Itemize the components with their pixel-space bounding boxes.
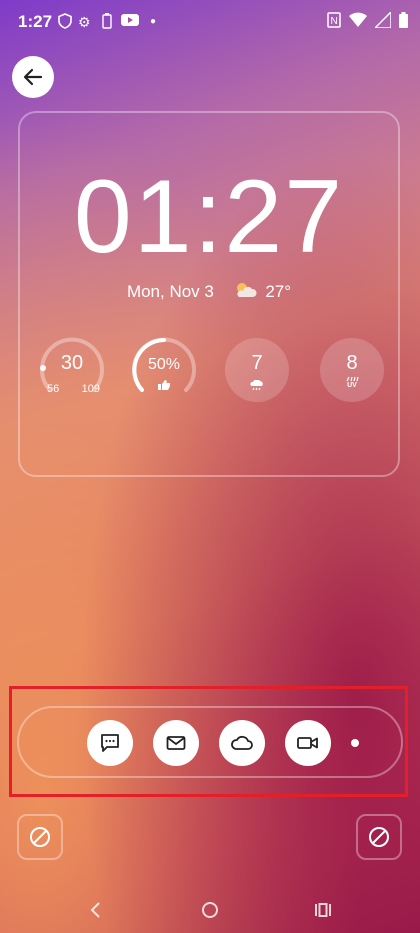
uv-label: UV	[347, 382, 357, 389]
home-circle-icon	[202, 902, 218, 918]
back-triangle-icon	[90, 902, 100, 918]
shield-icon	[58, 13, 72, 29]
status-bar: 1:27 ⚙ ● N	[0, 0, 420, 46]
message-icon	[101, 734, 119, 752]
battery-saver-icon	[102, 13, 112, 29]
battery-icon	[399, 12, 408, 28]
signal-icon	[375, 12, 391, 28]
status-time: 1:27	[18, 12, 53, 31]
uv-rays-icon	[346, 376, 359, 382]
stat-value: 7	[251, 352, 263, 374]
nav-back-button[interactable]	[80, 898, 110, 922]
widget-stats: 30 56 109 50% 7 8 UV	[38, 337, 384, 402]
left-shortcut-button[interactable]	[17, 814, 63, 860]
clock-weather-widget[interactable]: 01:27 Mon, Nov 3 27° 30 56 109 50% 7 8 U…	[18, 111, 400, 477]
recents-icon	[315, 903, 331, 917]
stat-value: 30	[60, 352, 84, 374]
email-button[interactable]	[153, 720, 199, 766]
page-indicator-dot	[351, 739, 359, 747]
nfc-icon: N	[327, 12, 341, 28]
video-camera-icon	[297, 737, 318, 749]
cloud-button[interactable]	[219, 720, 265, 766]
stat-high: 109	[81, 383, 100, 395]
gear-icon: ⚙	[78, 14, 91, 30]
rain-icon	[250, 380, 263, 391]
stat-low: 56	[47, 383, 60, 395]
widget-date-weather: Mon, Nov 3 27°	[20, 281, 398, 302]
mail-icon	[166, 736, 186, 750]
svg-text:N: N	[331, 16, 338, 27]
youtube-icon	[121, 14, 139, 26]
cloud-icon	[231, 735, 253, 750]
quick-actions-bar	[17, 706, 403, 778]
widget-clock: 01:27	[73, 159, 345, 275]
nav-recents-button[interactable]	[308, 898, 338, 922]
stat-value: 8	[346, 352, 358, 374]
block-icon	[30, 827, 50, 847]
wifi-icon	[349, 12, 367, 27]
message-button[interactable]	[87, 720, 133, 766]
stat-temperature-range[interactable]: 30 56 109	[40, 337, 104, 402]
partly-cloudy-icon	[236, 283, 257, 297]
arrow-left-icon	[23, 68, 43, 86]
dot-icon: ●	[150, 16, 157, 27]
stat-value: 50%	[147, 356, 181, 373]
widget-temperature: 27°	[265, 282, 292, 301]
back-button[interactable]	[12, 56, 54, 98]
widget-date: Mon, Nov 3	[126, 282, 214, 301]
right-shortcut-button[interactable]	[356, 814, 402, 860]
thumb-icon	[158, 380, 170, 390]
video-button[interactable]	[285, 720, 331, 766]
stat-humidity[interactable]: 50%	[132, 337, 196, 402]
nav-home-button[interactable]	[195, 898, 225, 922]
block-icon	[369, 827, 389, 847]
stat-precipitation[interactable]: 7	[225, 338, 289, 402]
stat-uv-index[interactable]: 8 UV	[320, 338, 384, 402]
navigation-bar	[0, 890, 420, 933]
